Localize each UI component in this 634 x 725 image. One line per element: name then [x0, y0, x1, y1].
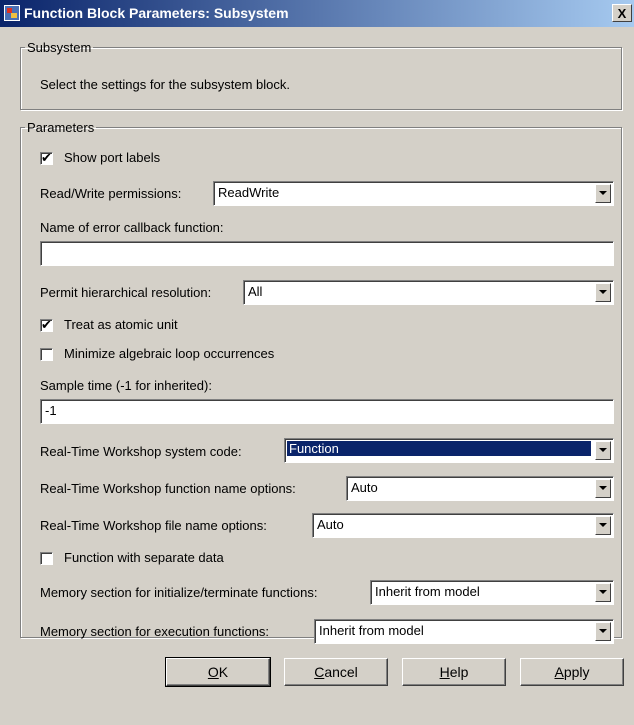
minimize-loop-checkbox[interactable] — [40, 348, 53, 361]
separate-data-checkbox[interactable] — [40, 552, 53, 565]
check-icon: ✔ — [41, 317, 52, 332]
subsystem-group: Subsystem — [20, 40, 622, 110]
rtw-function-name-label: Real-Time Workshop function name options… — [40, 481, 296, 496]
ok-button[interactable]: OK — [165, 657, 271, 687]
parameters-group-label: Parameters — [27, 120, 95, 135]
rtw-file-name-label: Real-Time Workshop file name options: — [40, 518, 267, 533]
minimize-loop-label: Minimize algebraic loop occurrences — [64, 346, 275, 361]
close-button[interactable]: X — [612, 4, 632, 22]
rtw-system-code-label: Real-Time Workshop system code: — [40, 444, 242, 459]
memory-exec-value: Inherit from model — [319, 623, 424, 638]
memory-exec-label: Memory section for execution functions: — [40, 624, 270, 639]
sample-time-value: -1 — [45, 403, 57, 418]
chevron-down-icon[interactable] — [595, 441, 611, 460]
hierarchical-resolution-select[interactable]: All — [243, 280, 614, 305]
error-callback-input[interactable] — [40, 241, 614, 266]
sample-time-input[interactable]: -1 — [40, 399, 614, 424]
cancel-button[interactable]: Cancel — [284, 658, 388, 686]
subsystem-description: Select the settings for the subsystem bl… — [40, 77, 291, 92]
rtw-file-name-value: Auto — [317, 517, 344, 532]
chevron-down-icon[interactable] — [595, 583, 611, 602]
read-write-select[interactable]: ReadWrite — [213, 181, 614, 206]
title-bar[interactable]: Function Block Parameters: Subsystem X — [0, 0, 634, 27]
window-title: Function Block Parameters: Subsystem — [24, 5, 289, 21]
chevron-down-icon[interactable] — [595, 283, 611, 302]
atomic-unit-checkbox[interactable]: ✔ — [40, 317, 53, 332]
show-port-labels-checkbox[interactable]: ✔ — [40, 150, 53, 165]
chevron-down-icon[interactable] — [595, 184, 611, 203]
memory-init-value: Inherit from model — [375, 584, 480, 599]
chevron-down-icon[interactable] — [595, 622, 611, 641]
subsystem-group-label: Subsystem — [27, 40, 92, 55]
error-callback-label: Name of error callback function: — [40, 220, 224, 235]
memory-exec-select[interactable]: Inherit from model — [314, 619, 614, 644]
apply-button[interactable]: Apply — [520, 658, 624, 686]
atomic-unit-label: Treat as atomic unit — [64, 317, 178, 332]
check-icon: ✔ — [41, 150, 52, 165]
hierarchical-resolution-label: Permit hierarchical resolution: — [40, 285, 212, 300]
simulink-app-icon — [4, 5, 20, 21]
separate-data-label: Function with separate data — [64, 550, 224, 565]
rtw-file-name-select[interactable]: Auto — [312, 513, 614, 538]
chevron-down-icon[interactable] — [595, 516, 611, 535]
hierarchical-resolution-value: All — [248, 284, 263, 299]
rtw-function-name-select[interactable]: Auto — [346, 476, 614, 501]
read-write-label: Read/Write permissions: — [40, 186, 182, 201]
read-write-value: ReadWrite — [218, 185, 280, 200]
sample-time-label: Sample time (-1 for inherited): — [40, 378, 212, 393]
memory-init-select[interactable]: Inherit from model — [370, 580, 614, 605]
chevron-down-icon[interactable] — [595, 479, 611, 498]
rtw-function-name-value: Auto — [351, 480, 378, 495]
rtw-system-code-value: Function — [286, 440, 592, 457]
rtw-system-code-select[interactable]: Function — [284, 438, 614, 463]
show-port-labels-label: Show port labels — [64, 150, 161, 165]
memory-init-label: Memory section for initialize/terminate … — [40, 585, 318, 600]
help-button[interactable]: Help — [402, 658, 506, 686]
